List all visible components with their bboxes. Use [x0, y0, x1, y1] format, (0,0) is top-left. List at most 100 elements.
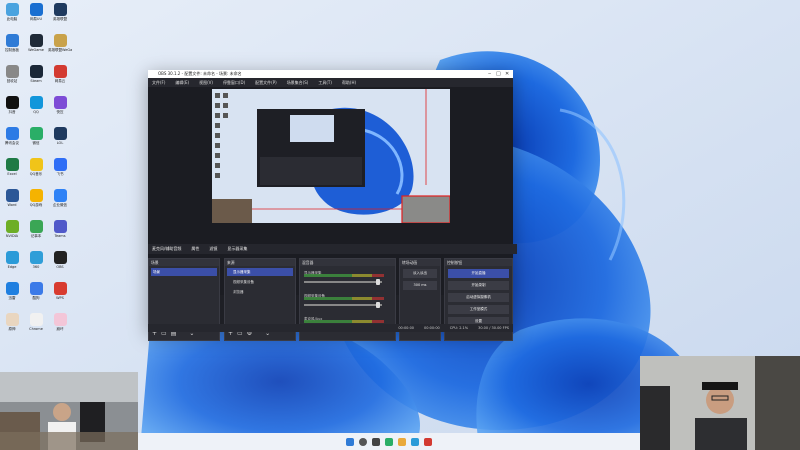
desktop-shortcut[interactable]: 飞书: [48, 158, 72, 176]
duration-field[interactable]: 300 ms: [403, 281, 437, 290]
desktop-shortcut[interactable]: Teams: [48, 220, 72, 238]
desktop-shortcut[interactable]: WPS: [48, 282, 72, 300]
menu-item[interactable]: 帮助(H): [342, 78, 356, 87]
desktop-shortcut[interactable]: WeGame: [24, 34, 48, 52]
desktop-shortcut[interactable]: 记事本: [24, 220, 48, 238]
menu-item[interactable]: 视图(V): [199, 78, 213, 87]
desktop-shortcut[interactable]: Word: [0, 189, 24, 207]
close-icon[interactable]: ✕: [505, 70, 509, 78]
edge-icon[interactable]: [411, 437, 419, 446]
desktop-shortcut[interactable]: 此电脑: [0, 3, 24, 21]
strip-button[interactable]: 麦克风/辅助音频: [152, 246, 181, 252]
volume-knob[interactable]: [376, 302, 380, 308]
desktop-shortcut[interactable]: 崩坏: [48, 313, 72, 331]
desktop-shortcut[interactable]: 微信: [24, 127, 48, 145]
search-icon[interactable]: [359, 437, 367, 446]
shortcut-label: 网易云: [54, 79, 66, 83]
desktop-shortcut[interactable]: OBS: [48, 251, 72, 269]
menu-item[interactable]: 文件(F): [152, 78, 165, 87]
volume-knob[interactable]: [376, 279, 380, 285]
preview-thumbnail: [212, 89, 450, 223]
strip-button[interactable]: 滤镜: [209, 246, 217, 252]
shortcut-label: 回收站: [6, 79, 18, 83]
source-item[interactable]: 显示器采集: [227, 268, 293, 276]
desktop-shortcut[interactable]: LOL: [48, 127, 72, 145]
status-bar: 00:00:00 00:00:00 CPU: 2.1% 30.00 / 30.00 F…: [148, 324, 513, 332]
desktop-shortcut[interactable]: 英雄联盟WeGame版: [48, 34, 72, 52]
virtual-camera-button[interactable]: 启动虚拟摄像机: [448, 293, 509, 302]
shortcut-label: QQ游戏: [29, 203, 43, 207]
desktop-shortcut[interactable]: 控制面板: [0, 34, 24, 52]
start-streaming-button[interactable]: 开始直播: [448, 269, 509, 278]
obs-window: OBS 30.1.2 - 配置文件: 未命名 - 场景: 未命名 ‒ □ ✕ 文…: [148, 70, 517, 341]
shortcut-label: 此电脑: [6, 17, 18, 21]
app-icon: [5, 282, 19, 295]
desktop-shortcut[interactable]: 抖音: [0, 96, 24, 114]
desktop-shortcut[interactable]: 快压: [48, 96, 72, 114]
task-view-icon[interactable]: [372, 437, 380, 446]
shortcut-label: 企业微信: [53, 203, 67, 207]
menu-item[interactable]: 场景集合(S): [287, 78, 309, 87]
menu-item[interactable]: 工具(T): [318, 78, 332, 87]
desktop-shortcut[interactable]: QQ游戏: [24, 189, 48, 207]
desktop-shortcut[interactable]: QQ音乐: [24, 158, 48, 176]
desktop-shortcut[interactable]: 企业微信: [48, 189, 72, 207]
desktop-shortcut[interactable]: Excel: [0, 158, 24, 176]
shortcut-label: 抖音: [8, 110, 16, 114]
shortcut-label: 迅雷: [8, 296, 16, 300]
strip-button[interactable]: 显示器采集: [227, 246, 247, 252]
app-icon: [53, 34, 67, 47]
preview-area: 麦克风/辅助音频 属性 滤镜 显示器采集 场景 场景 + ▭ ▤ ⌃ ⌄ 来源 显示器…: [148, 87, 517, 341]
source-item[interactable]: 浏览器: [227, 288, 293, 296]
shortcut-label: Edge: [7, 265, 17, 269]
desktop-shortcut[interactable]: 360: [24, 251, 48, 269]
desktop-shortcut[interactable]: 迅雷: [0, 282, 24, 300]
volume-meter: [304, 274, 384, 277]
menu-item[interactable]: 停靠窗口(D): [223, 78, 245, 87]
wechat-icon[interactable]: [385, 437, 393, 446]
maximize-icon[interactable]: □: [496, 70, 501, 78]
mixer-track: 视频采集设备: [304, 292, 391, 312]
desktop-shortcut[interactable]: 回收站: [0, 65, 24, 83]
app-icon: [53, 282, 67, 295]
desktop-shortcut[interactable]: Chrome: [24, 313, 48, 331]
desktop-shortcut[interactable]: QQ: [24, 96, 48, 114]
app-icon: [53, 96, 67, 109]
app-icon: [5, 158, 19, 171]
app-icon: [5, 96, 19, 109]
desktop-shortcut[interactable]: 原神: [0, 313, 24, 331]
desktop-shortcut[interactable]: 网易云: [48, 65, 72, 83]
menu-item[interactable]: 配置文件(P): [255, 78, 277, 87]
taskbar: [138, 433, 640, 450]
preview-canvas[interactable]: [212, 89, 450, 223]
desktop-shortcut[interactable]: 腾讯会议: [0, 127, 24, 145]
shortcut-label: QQ: [33, 110, 39, 114]
file-explorer-icon[interactable]: [398, 437, 406, 446]
strip-button[interactable]: 属性: [191, 246, 199, 252]
scene-item[interactable]: 场景: [151, 268, 217, 276]
shortcut-label: 360: [32, 265, 40, 269]
start-icon[interactable]: [346, 437, 354, 446]
studio-mode-button[interactable]: 工作室模式: [448, 305, 509, 314]
app-icon[interactable]: [424, 437, 432, 446]
desktop-shortcut[interactable]: NVIDIA: [0, 220, 24, 238]
status-item: 00:00:00: [424, 326, 440, 330]
shortcut-label: 飞书: [56, 172, 64, 176]
transition-select[interactable]: 淡入淡出: [403, 269, 437, 278]
controls-header: 控制按钮: [445, 259, 512, 266]
start-recording-button[interactable]: 开始录制: [448, 281, 509, 290]
menu-item[interactable]: 编辑(E): [175, 78, 189, 87]
volume-slider[interactable]: [304, 302, 382, 308]
app-icon: [5, 220, 19, 233]
desktop-shortcut[interactable]: Steam: [24, 65, 48, 83]
shortcut-label: 快压: [56, 110, 64, 114]
desktop-shortcut[interactable]: Edge: [0, 251, 24, 269]
desktop-shortcut[interactable]: 网易UU: [24, 3, 48, 21]
volume-slider[interactable]: [304, 279, 382, 285]
app-icon: [29, 313, 43, 326]
minimize-icon[interactable]: ‒: [488, 70, 491, 78]
desktop-shortcut[interactable]: 英雄联盟: [48, 3, 72, 21]
desktop-shortcut[interactable]: 酷狗: [24, 282, 48, 300]
source-item[interactable]: 视频采集设备: [227, 278, 293, 286]
shortcut-label: NVIDIA: [5, 234, 19, 238]
